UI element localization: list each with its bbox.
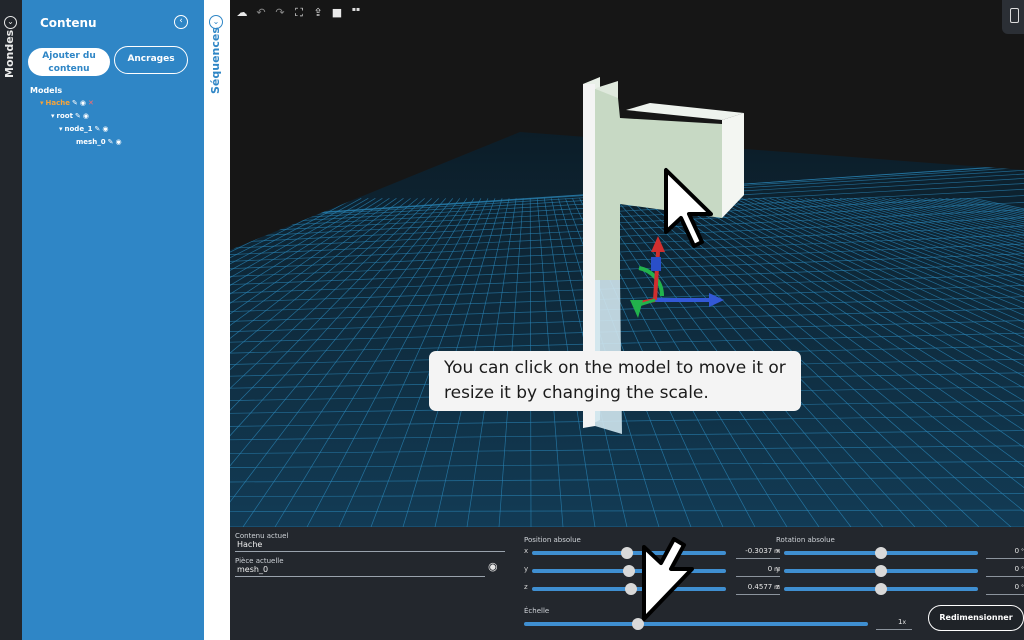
tree-item-root[interactable]: ▾ root ✎ ◉ (51, 112, 89, 120)
position-axis-label-z: z (524, 583, 528, 591)
rotation-value-unit: ° (1019, 566, 1024, 573)
eye-icon[interactable]: ◉ (83, 112, 89, 120)
share-icon[interactable]: ⇪ (310, 5, 326, 21)
device-preview-button[interactable] (1002, 0, 1024, 34)
resize-button[interactable]: Redimensionner (928, 605, 1024, 631)
pencil-icon[interactable]: ✎ (94, 125, 100, 133)
ar-mode-icon[interactable]: ▪▪ (348, 5, 364, 21)
caret-down-icon[interactable]: ▾ (59, 125, 63, 133)
redo-icon[interactable]: ↷ (272, 5, 288, 21)
position-value-z[interactable]: 0.4577 m (732, 583, 780, 591)
rotation-title: Rotation absolue (776, 536, 835, 544)
rotation-value-underline (986, 558, 1024, 559)
viewport-toolbar: ☁ ↶ ↷ ⛶ ⇪ ■ ▪▪ (234, 5, 364, 21)
tree-item-label[interactable]: node_1 (65, 125, 93, 133)
position-value-y[interactable]: 0 m (732, 565, 780, 573)
phone-icon (1010, 8, 1019, 23)
visibility-eye-icon[interactable]: ◉ (488, 560, 498, 573)
undo-icon[interactable]: ↶ (253, 5, 269, 21)
panel-title: Contenu (40, 16, 97, 30)
focus-icon[interactable]: ⛶ (291, 5, 307, 21)
content-panel: Contenu ‹ Ajouter du contenu Ancrages Mo… (22, 0, 204, 640)
caret-down-icon[interactable]: ▾ (51, 112, 55, 120)
position-value-x[interactable]: -0.3037 m (732, 547, 780, 555)
properties-panel: Contenu actuel Hache Pièce actuelle mesh… (230, 527, 1024, 640)
scale-label: Échelle (524, 607, 550, 615)
tree-item-mesh-0[interactable]: mesh_0 ✎ ◉ (76, 138, 122, 146)
cloud-icon[interactable]: ☁ (234, 5, 250, 21)
position-axis-label-y: y (524, 565, 529, 573)
rotation-axis-label-y: y (776, 565, 781, 573)
position-value-underline (736, 576, 780, 577)
position-value-underline (736, 594, 780, 595)
tree-item-node-1[interactable]: ▾ node_1 ✎ ◉ (59, 125, 108, 133)
rotation-value-underline (986, 576, 1024, 577)
head-top-edge[interactable] (626, 103, 744, 120)
delete-icon[interactable]: ✕ (88, 99, 94, 107)
current-content-value: Hache (237, 540, 263, 549)
eye-icon[interactable]: ◉ (80, 99, 86, 107)
position-value-underline (736, 558, 780, 559)
scale-value-underline (876, 629, 912, 630)
anchors-button[interactable]: Ancrages (114, 46, 188, 74)
tree-item-label[interactable]: Hache (46, 99, 70, 107)
rotation-value-y[interactable]: 0 ° (982, 565, 1024, 573)
scale-value[interactable]: 1x (876, 618, 906, 626)
tree-item-label[interactable]: mesh_0 (76, 138, 106, 146)
tutorial-tooltip: You can click on the model to move it or… (429, 351, 801, 411)
current-piece-label: Pièce actuelle (235, 557, 284, 565)
pencil-icon[interactable]: ✎ (75, 112, 81, 120)
pencil-icon[interactable]: ✎ (108, 138, 114, 146)
rotation-slider-thumb-z[interactable] (875, 583, 887, 595)
current-piece-value[interactable]: mesh_0 (237, 565, 268, 574)
collapse-panel-icon[interactable]: ‹ (174, 15, 188, 29)
sequences-strip[interactable]: ⌄ Séquences (204, 0, 230, 640)
current-piece-underline (235, 576, 485, 577)
rotation-value-z[interactable]: 0 ° (982, 583, 1024, 591)
rotation-value-unit: ° (1019, 584, 1024, 591)
mouse-cursor-icon (642, 537, 694, 621)
3d-viewport[interactable]: ☁ ↶ ↷ ⛶ ⇪ ■ ▪▪ You can click on the mode… (230, 0, 1024, 527)
worlds-rail[interactable]: ⌄ Mondes (0, 0, 22, 640)
pencil-icon[interactable]: ✎ (72, 99, 78, 107)
rotation-value-underline (986, 594, 1024, 595)
position-title: Position absolue (524, 536, 581, 544)
rotation-axis-label-z: z (776, 583, 780, 591)
rotation-slider-thumb-x[interactable] (875, 547, 887, 559)
position-axis-label-x: x (524, 547, 529, 555)
add-content-button[interactable]: Ajouter du contenu (28, 48, 110, 76)
position-value-number[interactable]: 0.4577 (748, 583, 773, 591)
current-content-label: Contenu actuel (235, 532, 289, 540)
gizmo-plane-handle[interactable] (651, 257, 661, 271)
rotation-value-unit: ° (1019, 548, 1024, 555)
worlds-label[interactable]: Mondes (3, 30, 16, 78)
current-content-underline (235, 551, 505, 552)
rotation-slider-thumb-y[interactable] (875, 565, 887, 577)
tree-item-hache[interactable]: ▾ Hache ✎ ◉ ✕ (40, 99, 94, 107)
rotation-value-x[interactable]: 0 ° (982, 547, 1024, 555)
rotation-axis-label-x: x (776, 547, 781, 555)
tree-item-label[interactable]: root (57, 112, 73, 120)
models-heading: Models (30, 86, 63, 95)
scene-canvas[interactable] (230, 0, 1024, 527)
position-value-number[interactable]: -0.3037 (745, 547, 772, 555)
caret-down-icon[interactable]: ▾ (40, 99, 44, 107)
video-icon[interactable]: ■ (329, 5, 345, 21)
eye-icon[interactable]: ◉ (115, 138, 121, 146)
expand-worlds-icon[interactable]: ⌄ (4, 16, 17, 29)
eye-icon[interactable]: ◉ (102, 125, 108, 133)
sequences-label[interactable]: Séquences (209, 27, 222, 94)
